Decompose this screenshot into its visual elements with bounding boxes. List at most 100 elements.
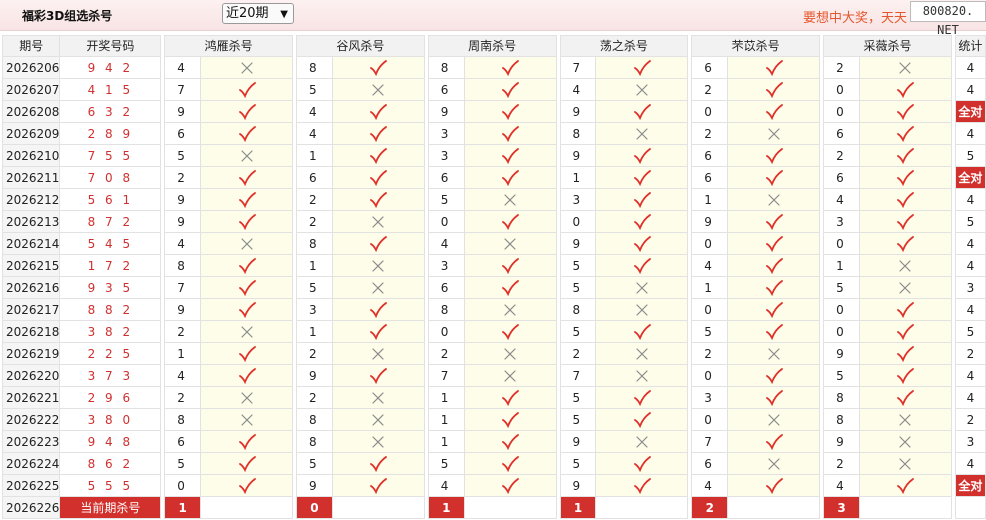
kill-number-cell: 9	[164, 100, 202, 123]
all-correct-badge: 全对	[954, 474, 986, 497]
stat-cell: 4	[954, 386, 986, 409]
result-mark-cell	[859, 364, 952, 387]
kill-number-cell: 9	[427, 100, 465, 123]
check-icon	[238, 258, 256, 274]
kill-number-cell: 7	[427, 364, 465, 387]
check-icon	[765, 170, 783, 186]
kill-number-cell: 9	[559, 100, 597, 123]
kill-number-cell: 4	[427, 474, 465, 497]
check-icon	[765, 390, 783, 406]
stat-cell: 5	[954, 210, 986, 233]
current-issue-cell: 2026226	[1, 496, 61, 519]
header-expert-3: 周南杀号	[427, 35, 557, 57]
check-icon	[370, 104, 388, 120]
result-mark-cell	[859, 210, 952, 233]
table-header-row: 期号 开奖号码 鸿雁杀号 谷风杀号 周南杀号 荡之杀号 芣苡杀号 采薇杀号 统计	[1, 35, 986, 57]
kill-number-cell: 4	[296, 100, 333, 123]
result-mark-cell	[200, 78, 294, 101]
issue-cell: 2026220	[1, 364, 61, 387]
table-row: 2026223 9 4 86 8 1 9 7 9 3	[1, 430, 986, 453]
check-icon	[633, 192, 651, 208]
check-icon	[897, 478, 915, 494]
result-mark-cell	[331, 298, 425, 321]
kill-number-cell: 6	[691, 452, 729, 475]
result-mark-cell	[595, 232, 689, 255]
check-icon	[633, 214, 651, 230]
stat-cell: 5	[954, 144, 986, 167]
result-mark-cell	[331, 56, 425, 79]
result-mark-cell	[595, 320, 689, 343]
result-mark-cell	[200, 452, 294, 475]
kill-number-cell: 4	[164, 364, 202, 387]
kill-number-cell: 2	[296, 210, 333, 233]
check-icon	[502, 170, 520, 186]
result-mark-cell	[200, 320, 294, 343]
table-row: 2026211 7 0 8 2 6 6 1 6 6 全对	[1, 166, 986, 189]
result-mark-cell	[463, 276, 557, 299]
stat-cell: 4	[954, 452, 986, 475]
cross-icon	[636, 84, 648, 96]
result-mark-cell	[200, 474, 294, 497]
stat-cell: 4	[954, 56, 986, 79]
issue-cell: 2026206	[1, 56, 61, 79]
kill-number-cell: 2	[164, 320, 202, 343]
cross-icon	[768, 194, 780, 206]
check-icon	[502, 280, 520, 296]
kill-number-cell: 2	[691, 78, 729, 101]
draw-number-cell: 5 6 1	[59, 188, 162, 211]
cross-icon	[504, 348, 516, 360]
draw-number-cell: 2 8 9	[59, 122, 162, 145]
result-mark-cell	[859, 386, 952, 409]
result-mark-cell	[200, 144, 294, 167]
table-row: 2026207 4 1 57 5 6 4 2 0 4	[1, 78, 986, 101]
draw-number-cell: 7 0 8	[59, 166, 162, 189]
result-mark-cell	[331, 78, 425, 101]
check-icon	[370, 148, 388, 164]
table-row: 2026225 5 5 5 0 9 4 9 4 4 全对	[1, 474, 986, 497]
kill-number-cell: 1	[296, 320, 333, 343]
result-mark-cell	[859, 474, 952, 497]
check-icon	[370, 324, 388, 340]
kill-number-cell: 8	[164, 254, 202, 277]
kill-number-cell: 8	[427, 56, 465, 79]
stat-cell: 4	[954, 254, 986, 277]
cross-icon	[636, 282, 648, 294]
check-icon	[633, 456, 651, 472]
result-mark-cell	[859, 78, 952, 101]
period-select[interactable]: 近20期 ▼	[222, 3, 294, 24]
result-mark-cell	[200, 342, 294, 365]
kill-number-cell: 1	[691, 188, 729, 211]
stat-cell: 4	[954, 188, 986, 211]
check-icon	[238, 214, 256, 230]
result-mark-cell	[331, 166, 425, 189]
cross-icon	[768, 348, 780, 360]
check-icon	[633, 60, 651, 76]
result-mark-cell	[200, 254, 294, 277]
draw-number-cell: 4 1 5	[59, 78, 162, 101]
check-icon	[633, 478, 651, 494]
kill-number-cell: 8	[823, 386, 861, 409]
current-issue-row: 2026226 当前期杀号 1 0 1 1 2 3	[1, 496, 986, 519]
kill-number-cell: 2	[559, 342, 597, 365]
cross-icon	[372, 392, 384, 404]
promo-marquee[interactable]: 要想中大奖，天天	[803, 7, 913, 26]
result-mark-cell	[859, 276, 952, 299]
result-mark-cell	[727, 188, 821, 211]
result-mark-cell	[859, 430, 952, 453]
kill-number-cell: 8	[559, 122, 597, 145]
check-icon	[502, 126, 520, 142]
kill-number-cell: 0	[823, 298, 861, 321]
kill-number-cell: 0	[691, 232, 729, 255]
empty-cell	[331, 496, 425, 519]
check-icon	[765, 214, 783, 230]
kill-number-cell: 2	[691, 342, 729, 365]
header-expert-2: 谷风杀号	[296, 35, 425, 57]
result-mark-cell	[200, 210, 294, 233]
result-mark-cell	[859, 188, 952, 211]
kill-number-cell: 3	[559, 188, 597, 211]
table-row: 2026221 2 9 62215384	[1, 386, 986, 409]
result-mark-cell	[859, 144, 952, 167]
current-kill-number: 1	[164, 496, 202, 519]
result-mark-cell	[595, 144, 689, 167]
result-mark-cell	[727, 122, 821, 145]
